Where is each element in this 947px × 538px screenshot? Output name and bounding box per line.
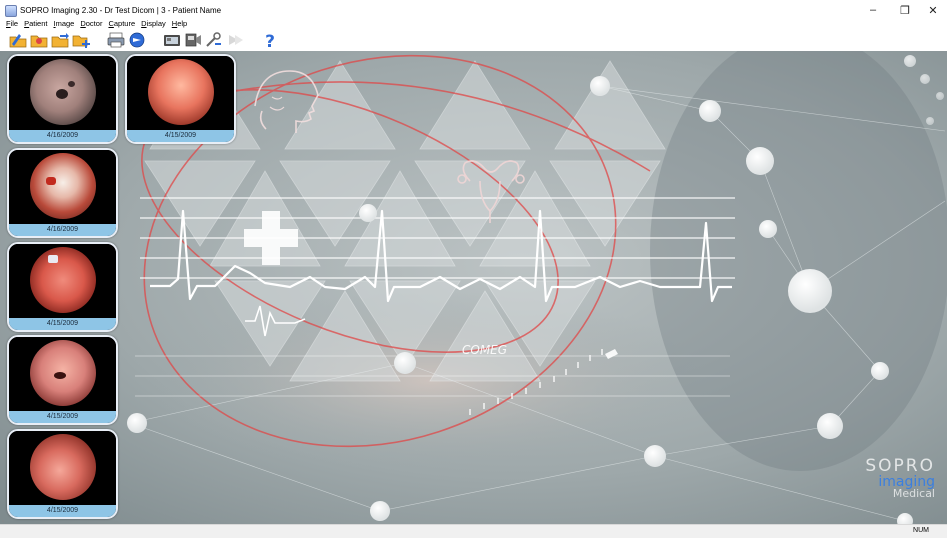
toolbar: ? — [0, 29, 947, 51]
thumbnail-date: 4/15/2009 — [127, 130, 234, 142]
patient-folder-icon[interactable] — [29, 31, 48, 50]
image-workspace: COMEG 4/16/2009 4/15/2009 4/16/2009 4/15… — [0, 51, 947, 524]
thumbnail-1[interactable]: 4/16/2009 — [7, 54, 118, 144]
svg-text:?: ? — [265, 32, 275, 49]
endoscopy-image — [127, 56, 234, 130]
brand-sopro: SOPRO — [865, 456, 935, 476]
brand-logo: SOPRO imaging Medical — [815, 456, 935, 500]
app-icon — [4, 4, 17, 17]
comeg-label: COMEG — [462, 343, 507, 357]
num-lock-indicator: NUM — [913, 527, 929, 534]
tools-icon[interactable] — [204, 31, 223, 50]
thumbnail-date: 4/16/2009 — [9, 224, 116, 236]
status-bar: NUM — [0, 524, 947, 538]
menu-capture[interactable]: Capture — [108, 19, 135, 28]
thumbnail-4[interactable]: 4/15/2009 — [7, 242, 118, 332]
endoscopy-image — [9, 337, 116, 411]
menu-display[interactable]: Display — [141, 19, 166, 28]
menu-bar: File Patient Image Doctor Capture Displa… — [0, 17, 947, 29]
send-icon[interactable] — [127, 31, 146, 50]
menu-help[interactable]: Help — [172, 19, 187, 28]
print-icon[interactable] — [106, 31, 125, 50]
folder-export-icon[interactable] — [50, 31, 69, 50]
thumbnail-6[interactable]: 4/15/2009 — [7, 429, 118, 519]
thumbnail-date: 4/16/2009 — [9, 130, 116, 142]
capture-icon[interactable] — [162, 31, 181, 50]
endoscopy-image — [9, 56, 116, 130]
endoscopy-image — [9, 431, 116, 505]
video-icon[interactable] — [183, 31, 202, 50]
forward-icon[interactable] — [225, 31, 244, 50]
thumbnail-date: 4/15/2009 — [9, 411, 116, 423]
thumbnail-2[interactable]: 4/15/2009 — [125, 54, 236, 144]
window-title: SOPRO Imaging 2.30 - Dr Test Dicom | 3 -… — [20, 5, 222, 15]
endoscopy-image — [9, 244, 116, 318]
menu-patient[interactable]: Patient — [24, 19, 47, 28]
help-icon[interactable]: ? — [260, 31, 279, 50]
menu-doctor[interactable]: Doctor — [80, 19, 102, 28]
menu-image[interactable]: Image — [53, 19, 74, 28]
open-folder-icon[interactable] — [8, 31, 27, 50]
endoscopy-image — [9, 150, 116, 224]
thumbnail-date: 4/15/2009 — [9, 318, 116, 330]
menu-file[interactable]: File — [6, 19, 18, 28]
thumbnail-date: 4/15/2009 — [9, 505, 116, 517]
add-folder-icon[interactable] — [71, 31, 90, 50]
thumbnail-3[interactable]: 4/16/2009 — [7, 148, 118, 238]
brand-medical: Medical — [892, 487, 935, 500]
thumbnail-5[interactable]: 4/15/2009 — [7, 335, 118, 425]
